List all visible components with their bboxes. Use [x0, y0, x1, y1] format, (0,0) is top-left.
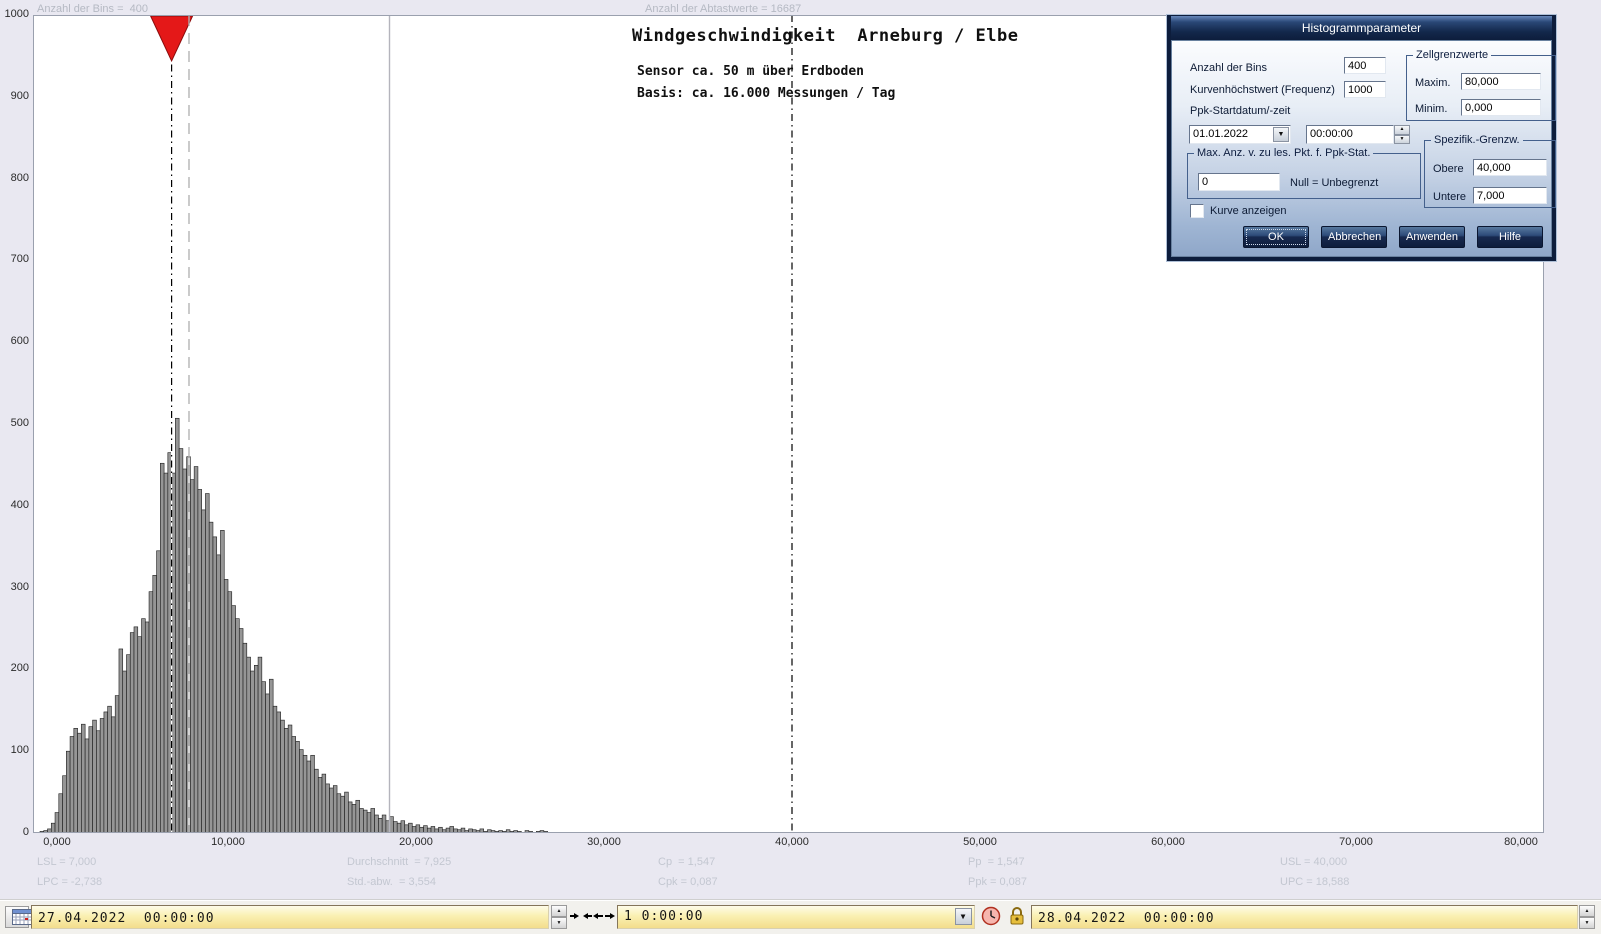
- spinner-down-icon[interactable]: ▼: [551, 917, 567, 929]
- clock-button[interactable]: [980, 906, 1002, 928]
- range-combobox[interactable]: 1 0:00:00 ▼: [617, 905, 975, 929]
- bins-input[interactable]: [1344, 57, 1386, 74]
- histogram-bars: [39, 417, 548, 833]
- stat-value: Cp = 1,547: [658, 856, 716, 868]
- start-datetime-field[interactable]: [31, 905, 549, 929]
- stat-value: Std.-abw. = 3,554: [347, 876, 436, 888]
- x-tick-label: 20,000: [399, 836, 433, 848]
- max-points-group: Max. Anz. v. zu les. Pkt. f. Ppk-Stat. N…: [1187, 147, 1421, 199]
- max-points-hint: Null = Unbegrenzt: [1290, 177, 1379, 189]
- y-tick-label: 400: [10, 498, 29, 511]
- spinner-down-icon[interactable]: ▼: [1394, 134, 1410, 144]
- x-tick-label: 50,000: [963, 836, 997, 848]
- y-tick-label: 100: [10, 744, 29, 757]
- spec-limits-group-label: Spezifik.-Grenzw.: [1434, 134, 1520, 146]
- samples-info-label: Anzahl der Abtastwerte = 16687: [645, 3, 802, 15]
- y-tick-label: 800: [10, 171, 29, 184]
- bins-info-label: Anzahl der Bins = 400: [37, 3, 148, 15]
- arrows-outward-icon: [592, 912, 615, 919]
- y-tick-label: 300: [10, 580, 29, 593]
- histogram-parameter-dialog: Histogrammparameter Anzahl der Bins Kurv…: [1166, 14, 1557, 262]
- end-datetime-field[interactable]: [1031, 905, 1578, 929]
- stat-value: Pp = 1,547: [968, 856, 1025, 868]
- y-tick-label: 200: [10, 662, 29, 675]
- date-value: 01.01.2022: [1193, 128, 1249, 140]
- maxim-label: Maxim.: [1415, 77, 1451, 89]
- obere-input[interactable]: [1473, 159, 1547, 176]
- untere-label: Untere: [1433, 191, 1467, 203]
- lsl-marker-triangle-icon: [149, 15, 194, 63]
- app-window: { "chart_data": { "type": "bar", "title"…: [0, 0, 1601, 934]
- dialog-body: Anzahl der Bins Kurvenhöchstwert (Freque…: [1171, 40, 1556, 257]
- show-curve-label: Kurve anzeigen: [1210, 205, 1287, 217]
- cell-limits-group: Zellgrenzwerte Maxim. Minim.: [1406, 49, 1556, 121]
- chart-subtitle-basis: Basis: ca. 16.000 Messungen / Tag: [637, 86, 896, 101]
- freq-label: Kurvenhöchstwert (Frequenz): [1190, 84, 1335, 96]
- maxim-input[interactable]: [1461, 73, 1541, 90]
- dialog-title-bar[interactable]: Histogrammparameter: [1171, 16, 1552, 40]
- chart-title: Windgeschwindigkeit Arneburg / Elbe: [632, 26, 1019, 46]
- chart-subtitle-sensor: Sensor ca. 50 m über Erdboden: [637, 64, 864, 79]
- lock-icon: [1010, 907, 1023, 925]
- spinner-up-icon[interactable]: ▲: [551, 905, 567, 917]
- x-tick-label: 30,000: [587, 836, 621, 848]
- y-tick-label: 1000: [4, 8, 29, 20]
- arrows-inward-icon: [569, 912, 592, 919]
- time-input[interactable]: 00:00:00: [1306, 125, 1394, 144]
- clock-icon: [981, 906, 1001, 926]
- y-tick-label: 500: [10, 417, 29, 429]
- apply-button[interactable]: Anwenden: [1399, 226, 1465, 248]
- spec-limits-group: Spezifik.-Grenzw. Obere Untere: [1424, 134, 1556, 208]
- cell-limits-group-label: Zellgrenzwerte: [1416, 49, 1489, 61]
- max-points-group-label: Max. Anz. v. zu les. Pkt. f. Ppk-Stat.: [1197, 147, 1371, 159]
- max-points-input[interactable]: [1198, 173, 1280, 191]
- stat-value: Ppk = 0,087: [968, 876, 1028, 888]
- stat-value: USL = 40,000: [1280, 856, 1348, 868]
- calendar-icon: [12, 909, 32, 925]
- minim-input[interactable]: [1461, 99, 1541, 116]
- date-combobox[interactable]: 01.01.2022 ▼: [1189, 125, 1291, 144]
- time-spinner[interactable]: ▲ ▼: [1394, 125, 1410, 144]
- end-datetime-spinner[interactable]: ▲ ▼: [1579, 905, 1595, 929]
- cancel-button[interactable]: Abbrechen: [1321, 226, 1387, 248]
- x-tick-label: 40,000: [775, 836, 809, 848]
- freq-input[interactable]: [1344, 81, 1386, 98]
- zoom-in-time-button[interactable]: [569, 906, 592, 928]
- stat-value: LPC = -2,738: [37, 876, 103, 888]
- stat-value: LSL = 7,000: [37, 856, 97, 868]
- dropdown-arrow-icon[interactable]: ▼: [955, 908, 972, 925]
- bins-label: Anzahl der Bins: [1190, 62, 1268, 74]
- x-tick-label: 80,000: [1504, 836, 1538, 848]
- y-tick-label: 700: [10, 253, 29, 266]
- time-navigation-bar: ▲▼ 1 0:00:00 ▼ ▲▼: [0, 899, 1601, 934]
- help-button[interactable]: Hilfe: [1477, 226, 1543, 248]
- spinner-up-icon[interactable]: ▲: [1394, 125, 1410, 135]
- spinner-up-icon[interactable]: ▲: [1579, 905, 1595, 917]
- show-curve-checkbox[interactable]: [1190, 204, 1204, 218]
- stat-value: Cpk = 0,087: [658, 876, 718, 888]
- obere-label: Obere: [1433, 163, 1464, 175]
- y-tick-label: 900: [10, 89, 29, 102]
- lock-button[interactable]: [1006, 906, 1027, 928]
- spinner-down-icon[interactable]: ▼: [1579, 917, 1595, 929]
- range-value: 1 0:00:00: [624, 909, 704, 924]
- x-tick-label: 10,000: [211, 836, 245, 848]
- calendar-button[interactable]: [5, 906, 32, 928]
- minim-label: Minim.: [1415, 103, 1448, 115]
- untere-input[interactable]: [1473, 187, 1547, 204]
- ok-button[interactable]: OK: [1243, 226, 1309, 248]
- x-tick-label: 70,000: [1339, 836, 1373, 848]
- ppk-startdate-label: Ppk-Startdatum/-zeit: [1190, 105, 1291, 117]
- start-datetime-spinner[interactable]: ▲ ▼: [551, 905, 567, 929]
- stat-value: Durchschnitt = 7,925: [347, 856, 452, 868]
- dropdown-arrow-icon[interactable]: ▼: [1273, 127, 1289, 142]
- zoom-out-time-button[interactable]: [592, 906, 615, 928]
- time-value: 00:00:00: [1310, 128, 1353, 140]
- x-tick-label: 0,000: [43, 836, 71, 848]
- x-tick-label: 60,000: [1151, 836, 1185, 848]
- stat-value: UPC = 18,588: [1280, 876, 1350, 888]
- y-tick-label: 600: [10, 335, 29, 348]
